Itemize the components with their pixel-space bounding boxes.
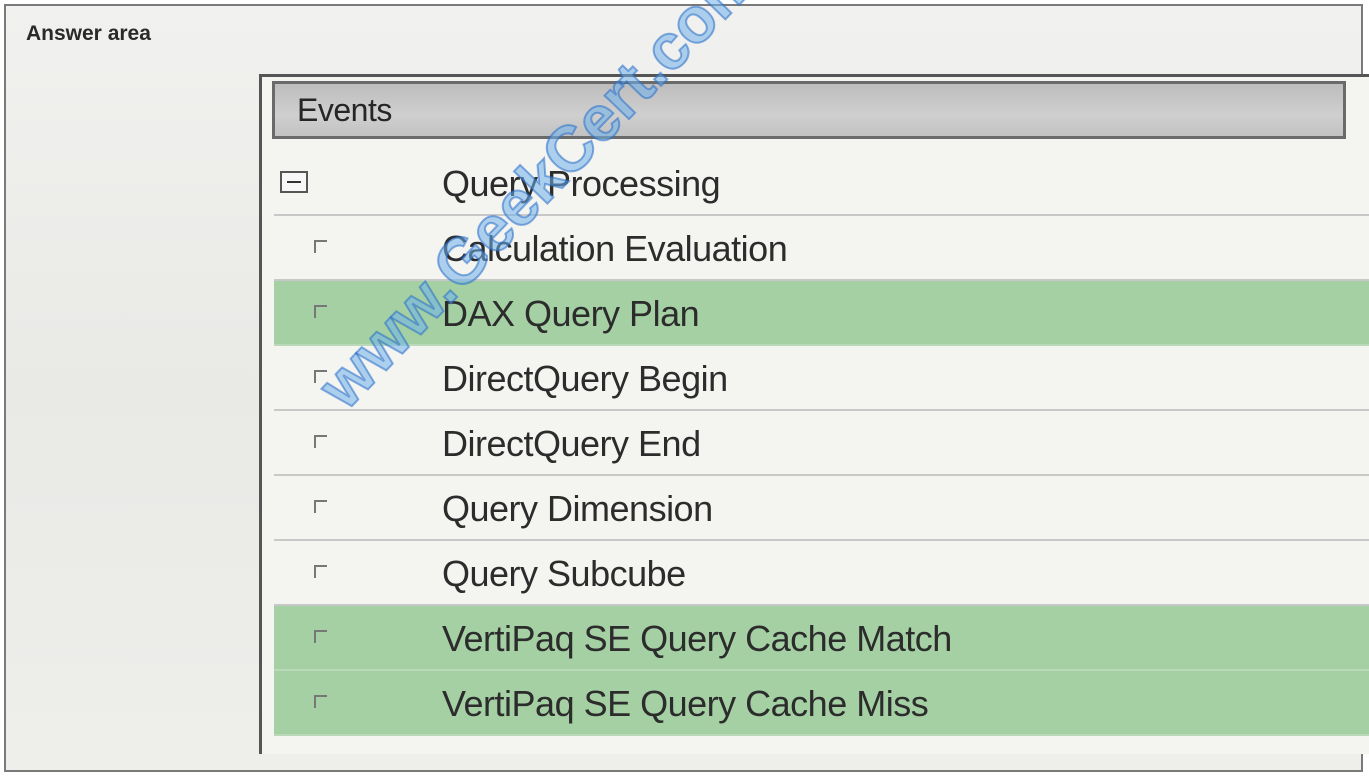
checkbox[interactable]	[314, 435, 327, 448]
event-label: Query Dimension	[442, 488, 713, 529]
event-label: DirectQuery End	[442, 423, 701, 464]
checkbox[interactable]	[314, 630, 327, 643]
event-row-vertipaq-cache-miss[interactable]: VertiPaq SE Query Cache Miss	[274, 671, 1369, 736]
event-label: VertiPaq SE Query Cache Match	[442, 618, 952, 659]
events-header: Events	[272, 81, 1346, 139]
event-row-query-subcube[interactable]: Query Subcube	[274, 541, 1369, 606]
event-label: Calculation Evaluation	[442, 228, 788, 269]
event-row-directquery-begin[interactable]: DirectQuery Begin	[274, 346, 1369, 411]
checkbox[interactable]	[314, 695, 327, 708]
event-label: DAX Query Plan	[442, 293, 700, 334]
event-label: Query Subcube	[442, 553, 686, 594]
events-list: Query Processing Calculation Evaluation …	[274, 151, 1369, 736]
collapse-minus-icon[interactable]	[280, 171, 308, 193]
checkbox[interactable]	[314, 240, 327, 253]
checkbox[interactable]	[314, 305, 327, 318]
event-label: DirectQuery Begin	[442, 358, 728, 399]
checkbox[interactable]	[314, 565, 327, 578]
answer-area-frame: Answer area Events Query Processing Calc…	[4, 4, 1369, 772]
event-row-query-dimension[interactable]: Query Dimension	[274, 476, 1369, 541]
checkbox[interactable]	[314, 500, 327, 513]
event-row-calculation-evaluation[interactable]: Calculation Evaluation	[274, 216, 1369, 281]
event-label: VertiPaq SE Query Cache Miss	[442, 683, 929, 724]
group-query-processing[interactable]: Query Processing	[274, 151, 1369, 216]
checkbox[interactable]	[314, 370, 327, 383]
event-row-vertipaq-cache-match[interactable]: VertiPaq SE Query Cache Match	[274, 606, 1369, 671]
event-row-dax-query-plan[interactable]: DAX Query Plan	[274, 281, 1369, 346]
group-label: Query Processing	[442, 163, 721, 204]
answer-area-title: Answer area	[26, 22, 151, 45]
event-row-directquery-end[interactable]: DirectQuery End	[274, 411, 1369, 476]
events-panel: Events Query Processing Calculation Eval…	[259, 74, 1369, 754]
